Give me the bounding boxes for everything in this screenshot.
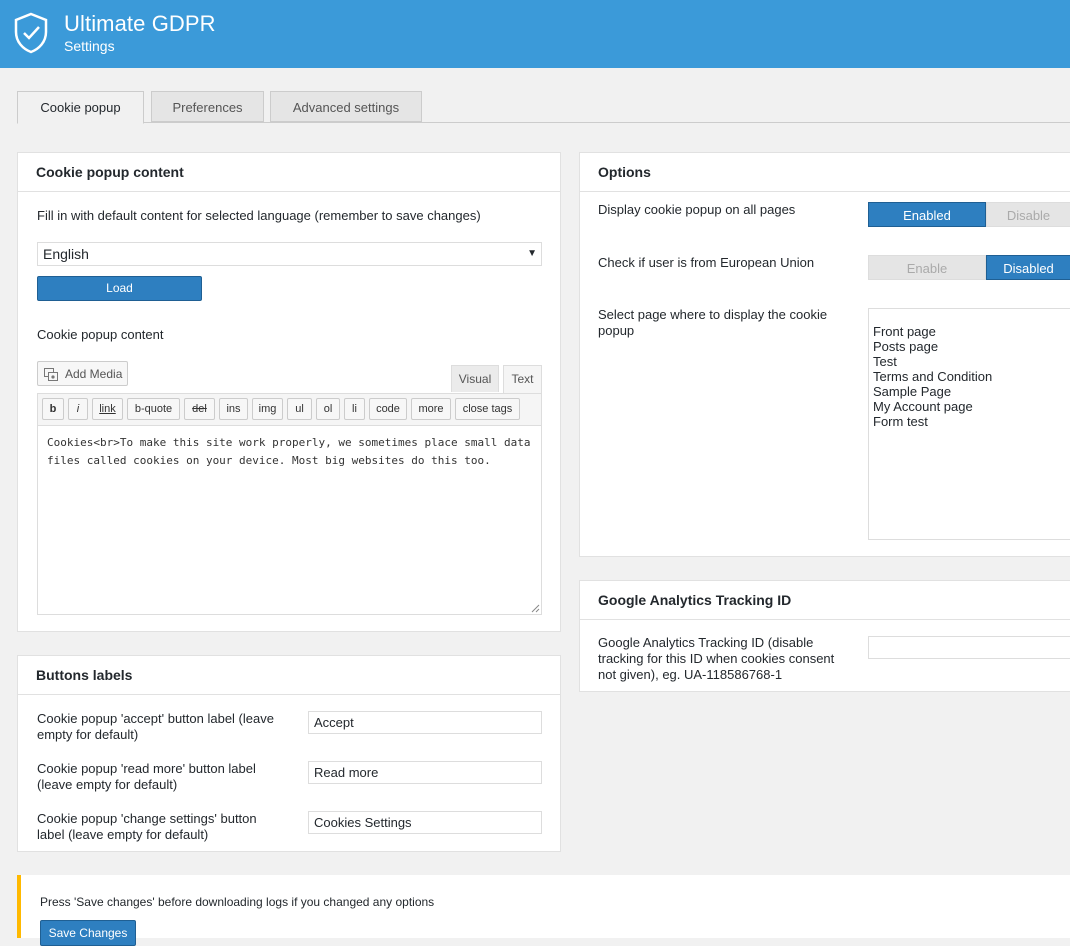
toolbar-italic-button[interactable]: i xyxy=(68,398,88,420)
notice-text: Press 'Save changes' before downloading … xyxy=(40,894,434,910)
analytics-panel: Google Analytics Tracking ID Google Anal… xyxy=(579,580,1070,692)
accept-label-input[interactable]: Accept xyxy=(308,711,542,734)
analytics-id-input[interactable] xyxy=(868,636,1070,659)
display-disable-option[interactable]: Disable xyxy=(986,202,1070,227)
app-subtitle: Settings xyxy=(64,38,115,54)
chevron-down-icon: ▼ xyxy=(527,243,537,265)
page-select-label: Select page where to display the cookie … xyxy=(598,307,838,339)
change-settings-label-input[interactable]: Cookies Settings xyxy=(308,811,542,834)
media-icon xyxy=(44,368,58,381)
options-panel: Options Display cookie popup on all page… xyxy=(579,152,1070,557)
toolbar-code-button[interactable]: code xyxy=(369,398,407,420)
tab-advanced-settings[interactable]: Advanced settings xyxy=(270,91,422,122)
list-item[interactable]: Form test xyxy=(873,414,1067,429)
add-media-button[interactable]: Add Media xyxy=(37,361,128,386)
toolbar-ul-button[interactable]: ul xyxy=(287,398,312,420)
toolbar-link-button[interactable]: link xyxy=(92,398,123,420)
content-label: Cookie popup content xyxy=(37,327,163,343)
app-header: Ultimate GDPR Settings xyxy=(0,0,1070,68)
accept-label: Cookie popup 'accept' button label (leav… xyxy=(37,711,277,743)
toolbar-del-button[interactable]: del xyxy=(184,398,215,420)
toolbar-img-button[interactable]: img xyxy=(252,398,283,420)
eu-enable-option[interactable]: Enable xyxy=(868,255,986,280)
text-tab[interactable]: Text xyxy=(503,365,542,393)
panel-title: Buttons labels xyxy=(18,656,560,695)
change-settings-label: Cookie popup 'change settings' button la… xyxy=(37,811,277,843)
list-item[interactable]: Test xyxy=(873,354,1067,369)
add-media-label: Add Media xyxy=(65,367,122,381)
resize-handle-icon[interactable] xyxy=(530,603,540,613)
list-item[interactable]: Posts page xyxy=(873,339,1067,354)
panel-title: Options xyxy=(580,153,1070,192)
list-item[interactable]: Sample Page xyxy=(873,384,1067,399)
panel-title: Google Analytics Tracking ID xyxy=(580,581,1070,620)
save-notice: Press 'Save changes' before downloading … xyxy=(17,875,1070,938)
read-more-label-input[interactable]: Read more xyxy=(308,761,542,784)
toolbar-li-button[interactable]: li xyxy=(344,398,365,420)
list-item[interactable]: Front page xyxy=(873,324,1067,339)
toolbar-ol-button[interactable]: ol xyxy=(316,398,340,420)
visual-tab[interactable]: Visual xyxy=(451,365,499,392)
language-select[interactable]: English ▼ xyxy=(37,242,542,266)
tab-preferences[interactable]: Preferences xyxy=(151,91,264,122)
toolbar-ins-button[interactable]: ins xyxy=(219,398,248,420)
analytics-label: Google Analytics Tracking ID (disable tr… xyxy=(598,635,838,683)
read-more-label: Cookie popup 'read more' button label (l… xyxy=(37,761,277,793)
app-title: Ultimate GDPR xyxy=(64,11,216,37)
page-listbox[interactable]: Front page Posts page Test Terms and Con… xyxy=(868,308,1070,540)
editor-toolbar: b i link b-quote del ins img ul ol li co… xyxy=(37,393,542,425)
panel-title: Cookie popup content xyxy=(18,153,560,192)
cookie-content-panel: Cookie popup content Fill in with defaul… xyxy=(17,152,561,632)
display-popup-label: Display cookie popup on all pages xyxy=(598,202,795,218)
display-enabled-option[interactable]: Enabled xyxy=(868,202,986,227)
shield-check-icon xyxy=(14,12,48,54)
buttons-labels-panel: Buttons labels Cookie popup 'accept' but… xyxy=(17,655,561,852)
tab-cookie-popup[interactable]: Cookie popup xyxy=(17,91,144,124)
list-item[interactable]: My Account page xyxy=(873,399,1067,414)
display-popup-toggle[interactable]: Enabled Disable xyxy=(868,202,1070,227)
save-changes-button[interactable]: Save Changes xyxy=(40,920,136,946)
toolbar-bold-button[interactable]: b xyxy=(42,398,64,420)
fill-description: Fill in with default content for selecte… xyxy=(37,208,481,224)
list-item[interactable]: Terms and Condition xyxy=(873,369,1067,384)
toolbar-more-button[interactable]: more xyxy=(411,398,451,420)
eu-check-toggle[interactable]: Enable Disabled xyxy=(868,255,1070,280)
toolbar-bquote-button[interactable]: b-quote xyxy=(127,398,180,420)
eu-check-label: Check if user is from European Union xyxy=(598,255,814,271)
cookie-content-textarea[interactable]: Cookies<br>To make this site work proper… xyxy=(37,425,542,615)
toolbar-close-tags-button[interactable]: close tags xyxy=(455,398,520,420)
eu-disabled-option[interactable]: Disabled xyxy=(986,255,1070,280)
language-select-value: English xyxy=(43,246,89,262)
load-button[interactable]: Load xyxy=(37,276,202,301)
